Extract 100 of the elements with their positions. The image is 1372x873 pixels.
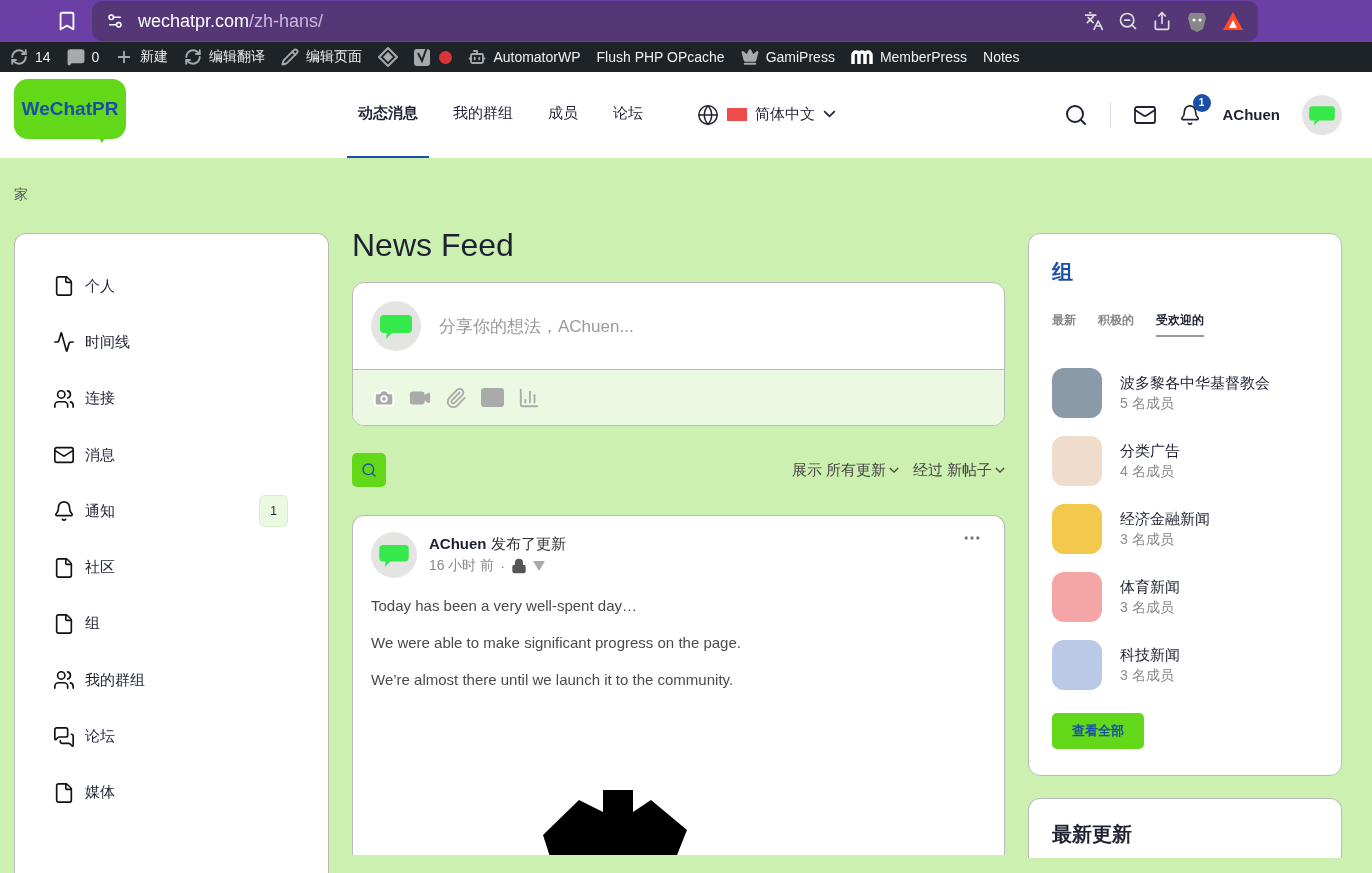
translate-icon[interactable] [1084, 11, 1104, 32]
member-count: 3 名成员 [1120, 598, 1175, 617]
avatar-logo-icon [371, 532, 417, 578]
member-count: 3 名成员 [1120, 530, 1175, 549]
flag-icon [727, 108, 747, 122]
yoast-icon [414, 46, 433, 69]
group-name: 科技新闻 [1120, 645, 1180, 665]
nav-tab[interactable]: 成员 [537, 71, 589, 158]
activity-icon [53, 331, 75, 354]
avatar-logo-icon [371, 301, 421, 351]
sidebar-item[interactable]: 论坛 [53, 708, 290, 765]
filter-dropdown[interactable]: 经过 新帖子 [912, 460, 1005, 480]
post-author-line: AChuen 发布了更新 [429, 535, 566, 554]
admin-bar-item[interactable]: 14 [10, 48, 51, 67]
sidebar-item[interactable]: 通知 1 [53, 483, 290, 540]
group-name: 体育新闻 [1120, 577, 1180, 597]
diamond-icon[interactable] [378, 47, 399, 68]
sidebar-item[interactable]: 时间线 [53, 314, 290, 371]
member-count: 3 名成员 [1120, 666, 1175, 685]
circle-arrow-icon [184, 48, 203, 67]
globe-icon [697, 103, 719, 126]
sidebar-item[interactable]: 社区 [53, 539, 290, 596]
photo-placeholder [1052, 436, 1102, 486]
admin-bar-item[interactable]: AutomatorWP [468, 48, 581, 67]
sidebar-item[interactable]: 消息 [53, 426, 290, 484]
pencil-icon [281, 48, 300, 67]
sidebar-item[interactable]: 个人 [53, 258, 290, 315]
widget-title: 最新更新 [1052, 822, 1133, 847]
page-icon [53, 556, 75, 579]
share-icon[interactable] [1152, 11, 1172, 32]
chevron-down-icon [823, 110, 836, 119]
people-icon [53, 387, 75, 410]
nav-tab[interactable]: 我的群组 [442, 71, 524, 158]
breadcrumb[interactable]: 家 [14, 185, 28, 202]
search-icon[interactable] [1063, 102, 1088, 127]
page-icon [53, 275, 75, 298]
member-count: 5 名成员 [1120, 394, 1175, 413]
member-count: 4 名成员 [1120, 462, 1175, 481]
group-name: 经济金融新闻 [1120, 509, 1210, 529]
admin-bar-item[interactable]: 新建 [115, 48, 169, 67]
group-name: 分类广告 [1120, 441, 1180, 461]
search-icon [361, 462, 377, 478]
language-switcher[interactable]: 简体中文 [697, 103, 836, 126]
avatar-logo-icon [1302, 94, 1342, 135]
zoom-out-icon[interactable] [1118, 11, 1138, 32]
user-name[interactable]: AChuen [1222, 106, 1280, 124]
search-button[interactable] [352, 453, 386, 487]
admin-bar-item[interactable]: 编辑页面 [281, 48, 363, 67]
address-bar[interactable]: wechatpr.com/zh-hans/ [92, 1, 1258, 42]
m-logo-icon [850, 50, 873, 65]
refresh-icon [10, 48, 28, 67]
page-title: News Feed [352, 227, 515, 264]
count-badge: 1 [259, 495, 288, 528]
robot-icon [468, 48, 487, 67]
dot-separator: · [500, 558, 506, 574]
filter-tab[interactable]: 积极的 [1098, 312, 1134, 337]
site-settings-icon[interactable] [106, 12, 124, 31]
admin-bar-item[interactable]: Flush PHP OPcache [596, 49, 725, 66]
sidebar-item[interactable]: 我的群组 [53, 652, 290, 709]
group-icon [53, 669, 75, 692]
admin-bar-item[interactable]: Notes [983, 49, 1020, 66]
photo-placeholder [1052, 572, 1102, 622]
admin-bar-item[interactable]: 编辑翻译 [184, 48, 266, 67]
filter-dropdown[interactable]: 展示 所有更新 [791, 460, 899, 480]
paperclip-icon[interactable] [445, 386, 467, 409]
status-dot [439, 50, 453, 64]
post-text: We were able to make significant progress on the page. [371, 634, 742, 651]
comment-icon [66, 48, 85, 67]
lion-shield-icon[interactable] [1186, 10, 1208, 33]
group-item[interactable]: 体育新闻 3 名成员 [1052, 563, 1318, 631]
group-item[interactable]: 分类广告 4 名成员 [1052, 427, 1318, 495]
post-time: 16 小时 前 [429, 557, 495, 575]
lock-icon[interactable] [511, 558, 528, 574]
chevron-down-icon [995, 466, 1005, 474]
photo-placeholder [1052, 368, 1102, 418]
filter-tab[interactable]: 最新 [1052, 312, 1076, 337]
group-item[interactable]: 波多黎各中华基督教会 5 名成员 [1052, 359, 1318, 427]
triangle-logo-icon[interactable] [1222, 10, 1244, 33]
group-item[interactable]: 科技新闻 3 名成员 [1052, 631, 1318, 699]
crown-icon [740, 48, 759, 67]
photo-placeholder [1052, 504, 1102, 554]
page-icon [53, 781, 75, 804]
notifications-button[interactable]: 1 [1178, 93, 1211, 126]
group-item[interactable]: 经济金融新闻 3 名成员 [1052, 495, 1318, 563]
widget-title: 组 [1052, 259, 1074, 285]
sidebar-item[interactable]: 组 [53, 595, 290, 653]
filter-tab[interactable]: 受欢迎的 [1156, 312, 1204, 337]
bell-icon [53, 500, 75, 523]
bell-icon [1178, 103, 1201, 126]
nav-tab[interactable]: 动态消息 [347, 71, 429, 158]
page-icon [53, 612, 75, 635]
notification-badge: 1 [1192, 93, 1211, 112]
photo-placeholder [1052, 640, 1102, 690]
admin-bar-item[interactable]: MemberPress [850, 49, 968, 66]
nav-tab[interactable]: 论坛 [602, 71, 654, 158]
sidebar-item[interactable]: 连接 [53, 370, 290, 427]
view-all-button[interactable]: 查看全部 [1052, 713, 1144, 749]
admin-bar-item[interactable]: 0 [66, 48, 100, 67]
admin-bar-item[interactable]: GamiPress [740, 48, 835, 67]
sidebar-item[interactable]: 媒体 [53, 764, 290, 821]
